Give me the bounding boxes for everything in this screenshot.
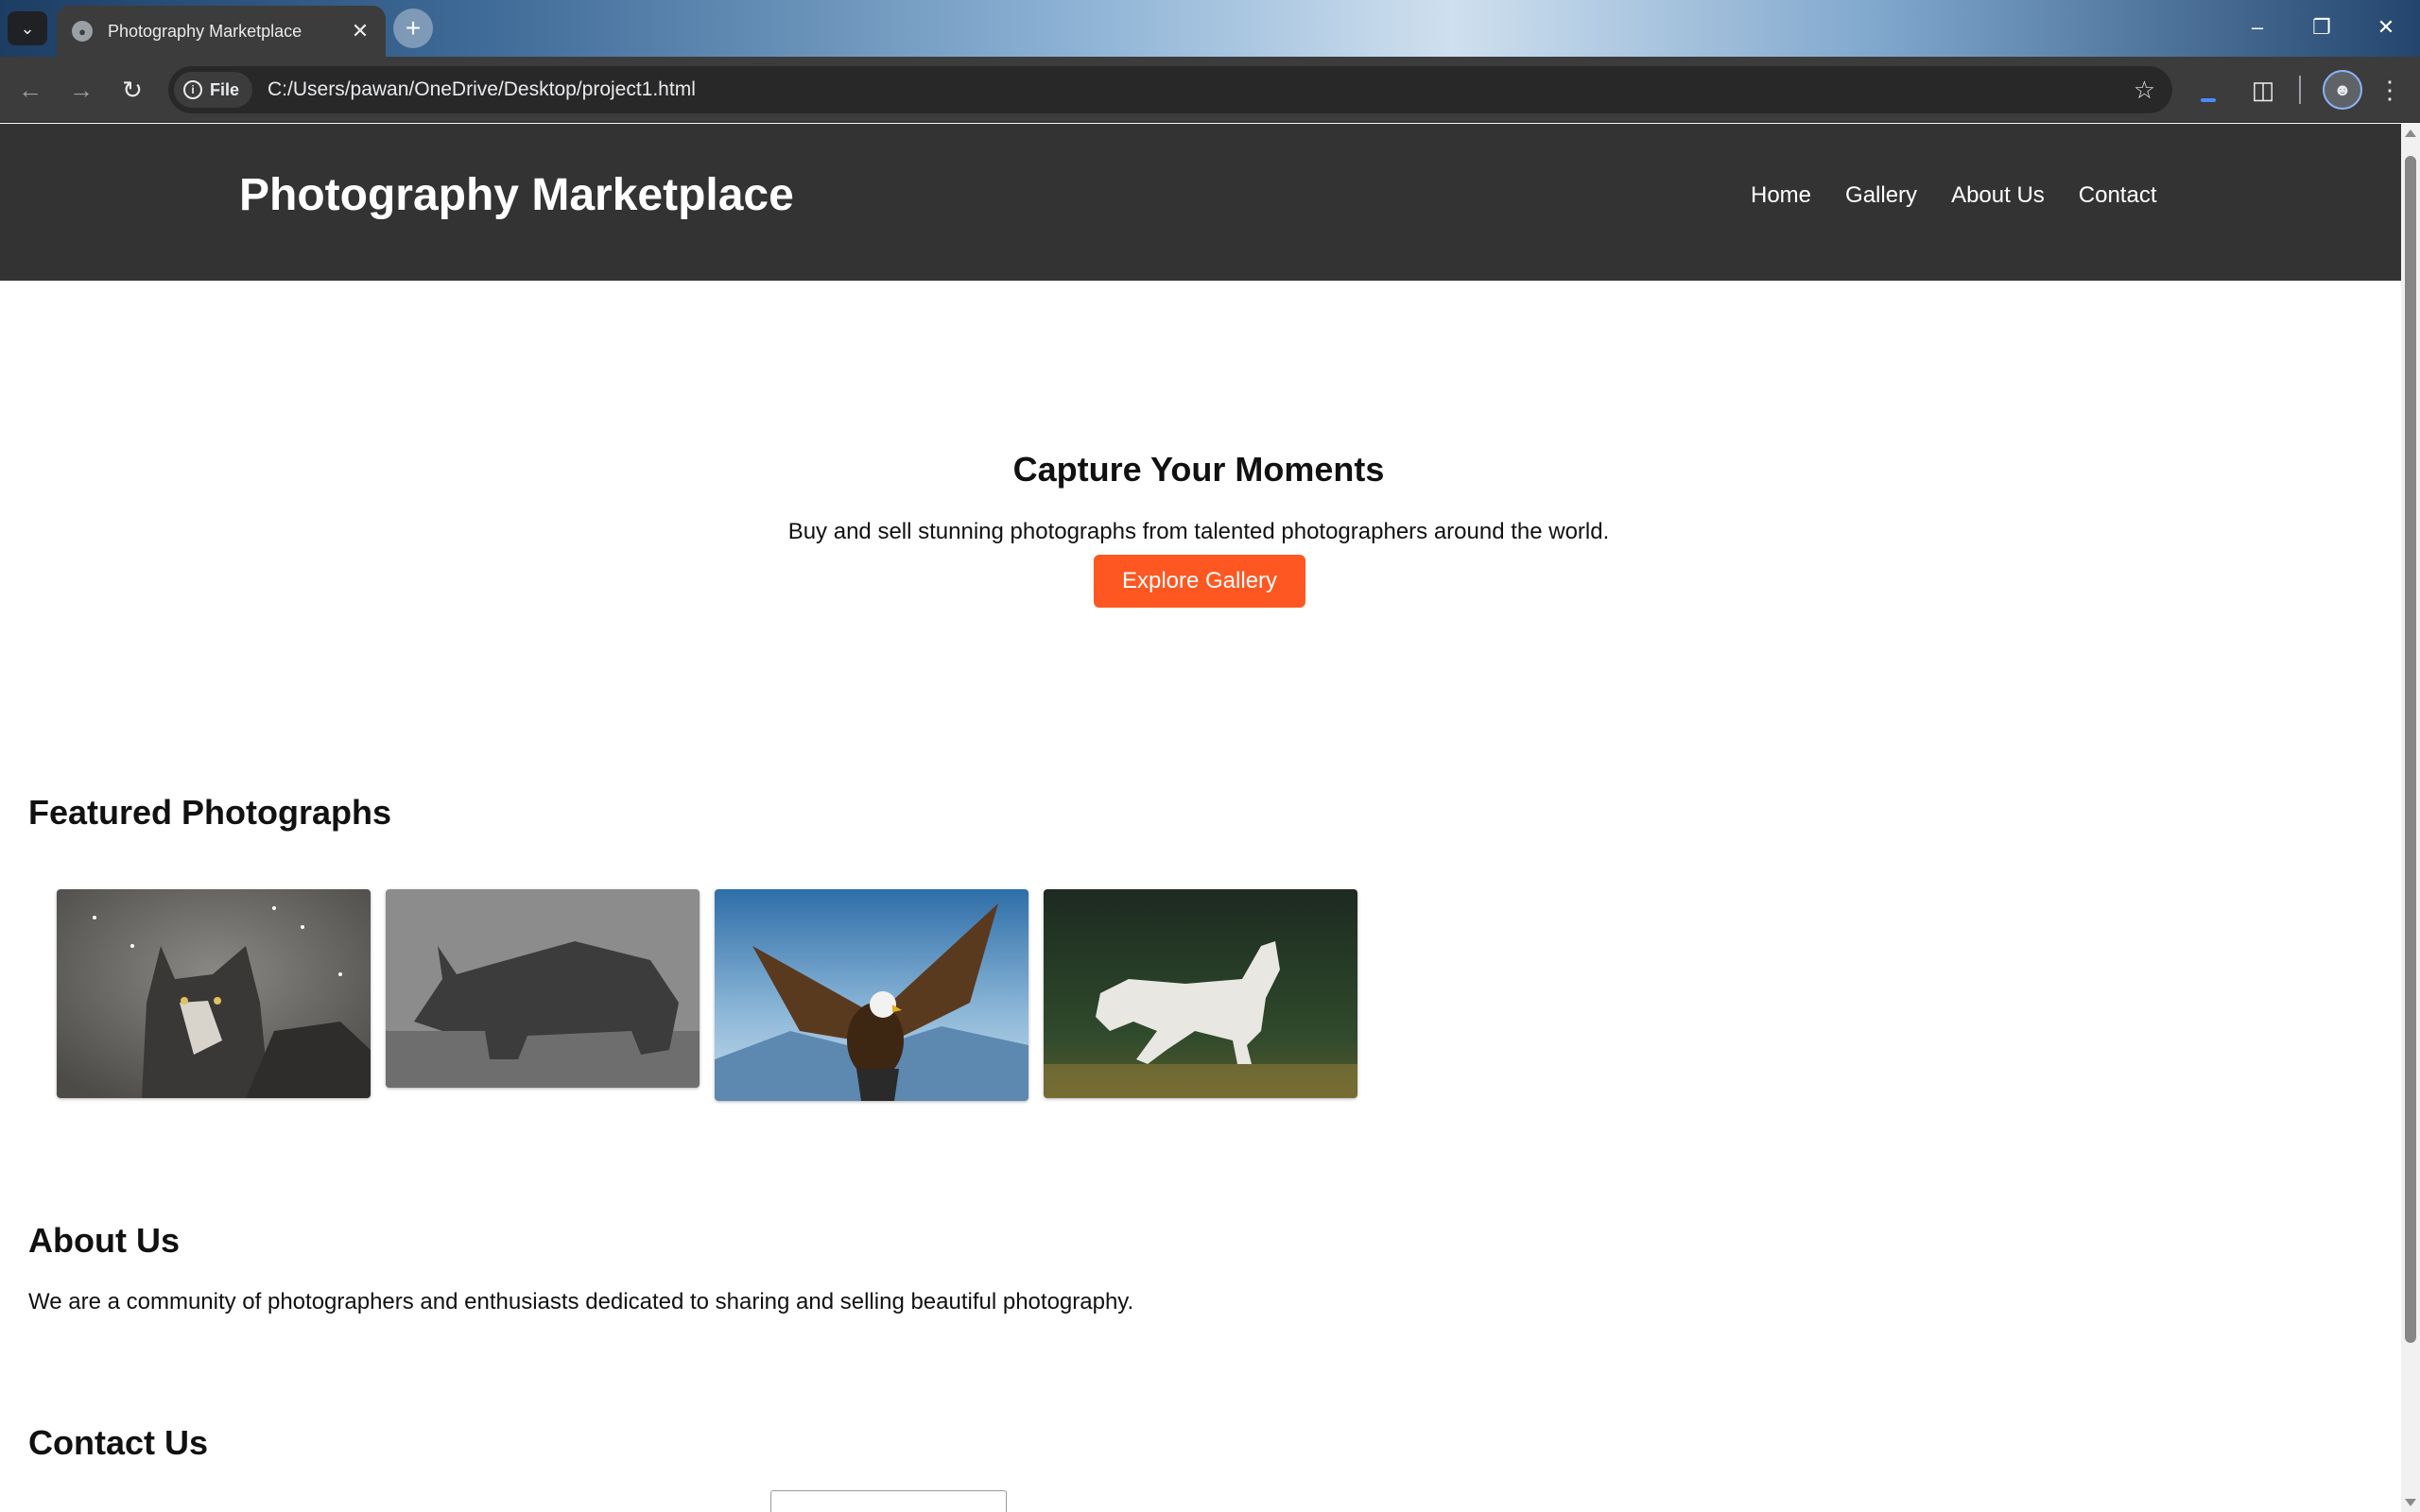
address-bar[interactable]: i File C:/Users/pawan/OneDrive/Desktop/p…: [168, 66, 2172, 113]
plus-icon: +: [405, 13, 422, 43]
contact-heading: Contact Us: [28, 1423, 209, 1462]
restore-icon: ❐: [2312, 15, 2331, 39]
globe-icon: ●: [72, 21, 93, 42]
minimize-button[interactable]: –: [2231, 8, 2284, 47]
browser-toolbar: ← → ↻ i File C:/Users/pawan/OneDrive/Des…: [0, 57, 2420, 123]
eagle-photo[interactable]: [715, 889, 1028, 1101]
scroll-down-arrow-icon[interactable]: [2405, 1499, 2416, 1506]
back-button[interactable]: ←: [13, 73, 47, 107]
reload-button[interactable]: ↻: [115, 73, 149, 107]
new-tab-button[interactable]: +: [393, 9, 433, 48]
wolf-photo[interactable]: [57, 889, 371, 1098]
tab-title: Photography Marketplace: [108, 21, 302, 41]
avatar-icon: ☻: [2333, 79, 2352, 99]
close-window-button[interactable]: ✕: [2360, 8, 2412, 47]
more-vertical-icon: ⋮: [2377, 75, 2402, 104]
browser-tab-strip: ⌄ ● Photography Marketplace ✕ + – ❐ ✕: [0, 0, 2420, 57]
site-header: Photography Marketplace Home Gallery Abo…: [0, 124, 2401, 281]
featured-heading: Featured Photographs: [28, 793, 392, 832]
hero-heading: Capture Your Moments: [1012, 450, 1385, 489]
scrollbar-thumb[interactable]: [2405, 156, 2416, 1343]
url-text[interactable]: C:/Users/pawan/OneDrive/Desktop/project1…: [268, 78, 696, 101]
info-icon: i: [183, 80, 202, 99]
site-title: Photography Marketplace: [239, 170, 794, 220]
explore-gallery-button[interactable]: Explore Gallery: [1094, 555, 1305, 608]
close-icon: ✕: [2377, 15, 2395, 39]
contact-form-field[interactable]: [770, 1490, 1007, 1512]
nav-link-home[interactable]: Home: [1751, 182, 1811, 209]
extensions-button[interactable]: ◫: [2246, 73, 2280, 107]
horse-photo[interactable]: [1044, 889, 1357, 1098]
bookmark-star-icon[interactable]: ☆: [2134, 76, 2155, 105]
nav-link-about[interactable]: About Us: [1951, 182, 2045, 209]
browser-menu-button[interactable]: ⋮: [2373, 73, 2407, 107]
about-heading: About Us: [28, 1221, 180, 1260]
back-arrow-icon: ←: [18, 75, 43, 104]
forward-button[interactable]: →: [64, 73, 98, 107]
site-info-label: File: [210, 79, 240, 99]
site-nav: Home Gallery About Us Contact: [1751, 182, 2157, 209]
restore-button[interactable]: ❐: [2295, 8, 2348, 47]
about-text: We are a community of photographers and …: [28, 1289, 1134, 1314]
tab-search-button[interactable]: ⌄: [8, 11, 47, 45]
minimize-icon: –: [2251, 15, 2264, 39]
nav-link-gallery[interactable]: Gallery: [1845, 182, 1917, 209]
close-tab-icon[interactable]: ✕: [348, 19, 372, 43]
scroll-up-arrow-icon[interactable]: [2405, 129, 2416, 137]
forward-arrow-icon: →: [69, 75, 94, 104]
toolbar-divider: [2299, 76, 2301, 104]
download-progress-indicator[interactable]: [2201, 98, 2216, 102]
profile-avatar[interactable]: ☻: [2323, 70, 2362, 110]
vertical-scrollbar[interactable]: [2401, 124, 2420, 1512]
browser-tab[interactable]: ● Photography Marketplace ✕: [57, 6, 386, 57]
page-viewport: Photography Marketplace Home Gallery Abo…: [0, 124, 2401, 1512]
rhino-photo[interactable]: [386, 889, 700, 1088]
site-info-chip[interactable]: i File: [174, 72, 253, 108]
reload-icon: ↻: [122, 75, 143, 104]
hero-subtitle: Buy and sell stunning photographs from t…: [787, 519, 1610, 544]
puzzle-icon: ◫: [2251, 75, 2275, 104]
nav-link-contact[interactable]: Contact: [2079, 182, 2157, 209]
chevron-down-icon: ⌄: [20, 18, 35, 38]
